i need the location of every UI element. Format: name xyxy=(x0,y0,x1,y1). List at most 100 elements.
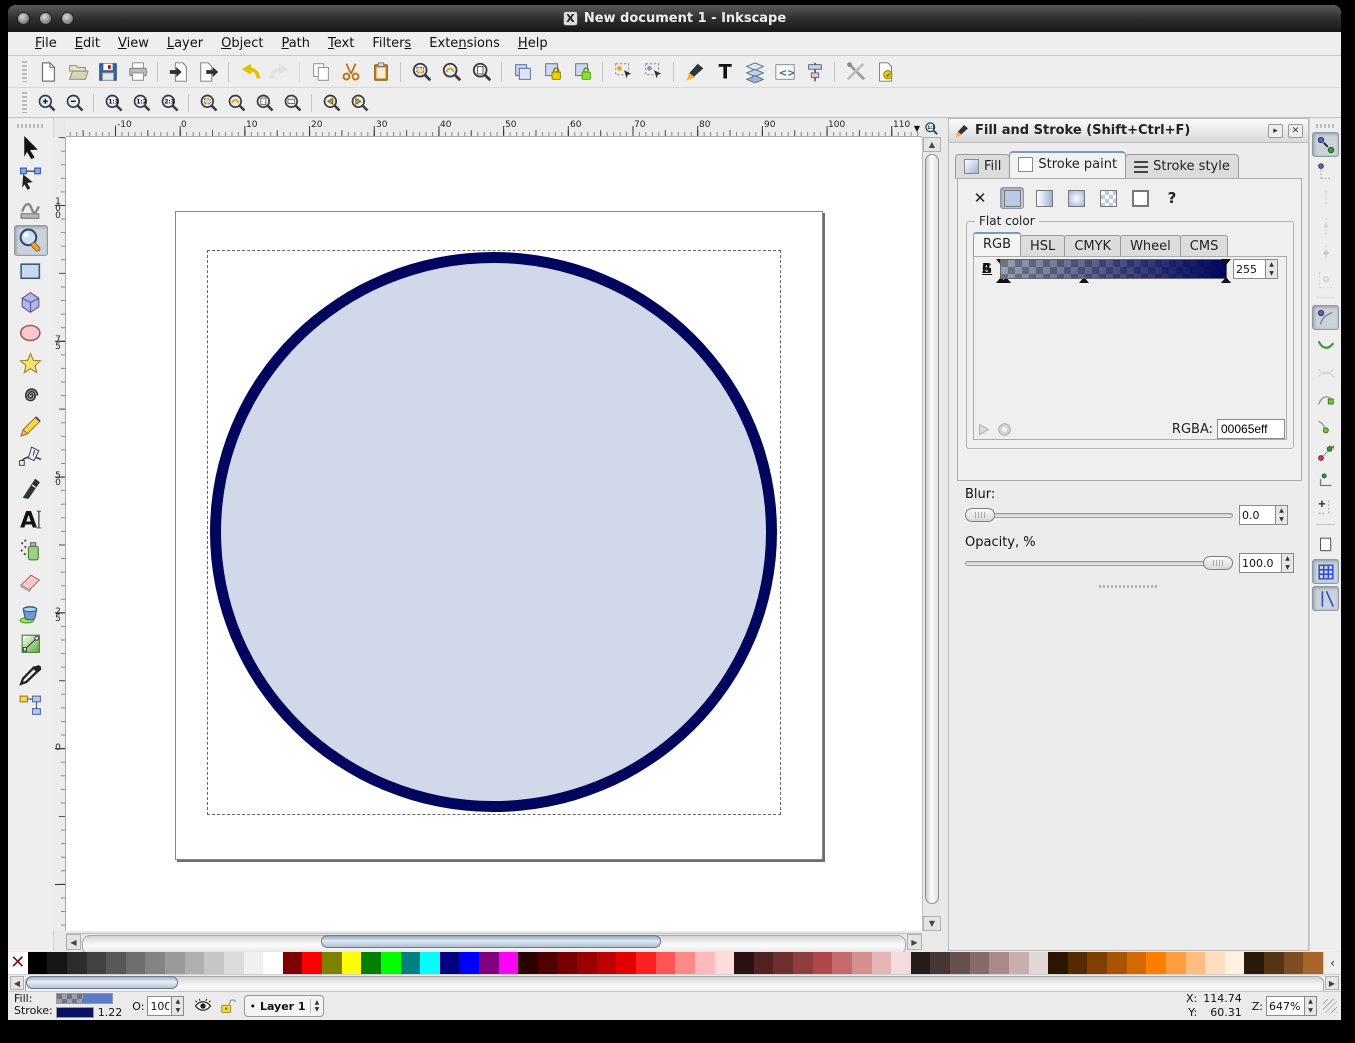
zoom-to-drawing[interactable] xyxy=(438,59,466,85)
spin-down-arrow[interactable]: ▼ xyxy=(1282,563,1293,572)
spin-up-arrow[interactable]: ▲ xyxy=(1276,506,1287,515)
blur-value-input[interactable] xyxy=(1239,505,1275,525)
palette-swatch[interactable] xyxy=(675,952,695,974)
snap-nodes[interactable] xyxy=(1312,305,1339,330)
print-document[interactable] xyxy=(124,59,152,85)
snap-bbox-centers[interactable] xyxy=(1312,267,1339,292)
menu-item[interactable]: Text xyxy=(319,34,363,53)
calligraphy-tool[interactable] xyxy=(14,473,48,504)
palette-swatch[interactable] xyxy=(813,952,833,974)
palette-swatch[interactable] xyxy=(636,952,656,974)
vertical-scrollbar[interactable]: ▲ ▼ xyxy=(922,137,941,931)
spin-down-arrow[interactable]: ▼ xyxy=(1305,1006,1316,1015)
zoom-1-to-2[interactable] xyxy=(129,91,155,115)
panel-popout-button[interactable]: ▸ xyxy=(1268,124,1283,138)
zoom-value-input[interactable] xyxy=(1266,996,1304,1016)
open-document[interactable] xyxy=(64,59,92,85)
save-document[interactable] xyxy=(94,59,122,85)
toolbar-grip[interactable] xyxy=(22,61,27,83)
snap-grid[interactable] xyxy=(1312,559,1339,584)
palette-swatch[interactable] xyxy=(577,952,597,974)
unlink-clone[interactable] xyxy=(569,59,597,85)
palette-swatch[interactable] xyxy=(401,952,421,974)
zoom-page[interactable] xyxy=(252,91,278,115)
palette-swatch[interactable] xyxy=(459,952,479,974)
spin-up-arrow[interactable]: ▲ xyxy=(1282,554,1293,563)
palette-swatch[interactable] xyxy=(1264,952,1284,974)
zoom-to-selection[interactable] xyxy=(408,59,436,85)
palette-swatch[interactable] xyxy=(970,952,990,974)
palette-swatch[interactable] xyxy=(1009,952,1029,974)
create-clone[interactable] xyxy=(539,59,567,85)
eraser-tool[interactable] xyxy=(14,566,48,597)
paint-flat-color-button[interactable] xyxy=(1000,187,1024,209)
menu-item[interactable]: Path xyxy=(272,34,319,53)
duplicate[interactable] xyxy=(509,59,537,85)
copy[interactable] xyxy=(307,59,335,85)
snap-line-midpoints[interactable] xyxy=(1312,440,1339,465)
palette-scroll-right-arrow[interactable]: ▶ xyxy=(1325,976,1339,990)
palette-swatch[interactable] xyxy=(1068,952,1088,974)
export-bitmap[interactable] xyxy=(195,59,223,85)
menu-item[interactable]: Object xyxy=(212,34,272,53)
menu-item[interactable]: Filters xyxy=(363,34,420,53)
undo[interactable] xyxy=(236,59,264,85)
palette-swatch[interactable] xyxy=(1303,952,1323,974)
spiral-tool[interactable] xyxy=(14,380,48,411)
snap-object-centers[interactable] xyxy=(1312,467,1339,492)
select-all[interactable] xyxy=(610,59,638,85)
palette-swatch[interactable] xyxy=(1107,952,1127,974)
palette-swatch[interactable] xyxy=(1127,952,1147,974)
spin-up-arrow[interactable]: ▲ xyxy=(172,997,183,1006)
snap-page-border[interactable] xyxy=(1312,532,1339,557)
snap-bbox-edge-midpoints[interactable] xyxy=(1312,240,1339,265)
zoom-tool[interactable] xyxy=(14,225,48,256)
palette-swatch[interactable] xyxy=(204,952,224,974)
palette-swatch[interactable] xyxy=(891,952,911,974)
zoom-drawing[interactable] xyxy=(224,91,250,115)
fill-stroke-dialog[interactable] xyxy=(681,59,709,85)
zoom-to-page[interactable] xyxy=(468,59,496,85)
snap-smooth-nodes[interactable] xyxy=(1312,413,1339,438)
palette-swatch[interactable] xyxy=(773,952,793,974)
import-bitmap[interactable] xyxy=(165,59,193,85)
palette-swatch[interactable] xyxy=(420,952,440,974)
cut[interactable] xyxy=(337,59,365,85)
palette-swatch[interactable] xyxy=(263,952,283,974)
snap-bbox-edges[interactable] xyxy=(1312,186,1339,211)
text-dialog[interactable] xyxy=(711,59,739,85)
palette-swatch[interactable] xyxy=(361,952,381,974)
menu-item[interactable]: Layer xyxy=(158,34,212,53)
layer-dropdown-arrows[interactable]: ▲▼ xyxy=(310,999,320,1013)
panel-close-button[interactable]: ✕ xyxy=(1288,124,1303,138)
ellipse-tool[interactable] xyxy=(14,318,48,349)
palette-swatch[interactable] xyxy=(28,952,48,974)
circle-object[interactable] xyxy=(210,252,777,812)
snap-bbox-corners[interactable] xyxy=(1312,213,1339,238)
palette-swatch[interactable] xyxy=(715,952,735,974)
palette-swatch[interactable] xyxy=(1048,952,1068,974)
color-space-tab[interactable]: CMYK xyxy=(1064,235,1121,258)
dropper-tool[interactable] xyxy=(14,659,48,690)
rectangle-tool[interactable] xyxy=(14,256,48,287)
menu-item[interactable]: Edit xyxy=(66,34,109,53)
spin-up-arrow[interactable]: ▲ xyxy=(1305,997,1316,1006)
snap-guides[interactable] xyxy=(1312,586,1339,611)
snap-cusp-nodes[interactable] xyxy=(1312,386,1339,411)
palette-swatch[interactable] xyxy=(87,952,107,974)
palette-scroll-left-arrow[interactable]: ◀ xyxy=(10,976,24,990)
palette-scroll-left-icon[interactable]: ‹ xyxy=(1323,952,1341,974)
window-resize-grip[interactable] xyxy=(1323,999,1337,1013)
scroll-up-arrow[interactable]: ▲ xyxy=(923,137,941,152)
zoom-selection[interactable] xyxy=(196,91,222,115)
zoom-in[interactable] xyxy=(34,91,60,115)
palette-swatch[interactable] xyxy=(244,952,264,974)
zoom-next[interactable] xyxy=(347,91,373,115)
spin-up-arrow[interactable]: ▲ xyxy=(1266,260,1277,269)
text-tool[interactable] xyxy=(14,504,48,535)
zoom-2-to-1[interactable] xyxy=(157,91,183,115)
toolbar-grip[interactable] xyxy=(22,92,27,112)
opacity-value-input[interactable] xyxy=(1239,553,1281,573)
fill-color-swatch[interactable] xyxy=(56,993,113,1004)
palette-swatch[interactable] xyxy=(47,952,67,974)
